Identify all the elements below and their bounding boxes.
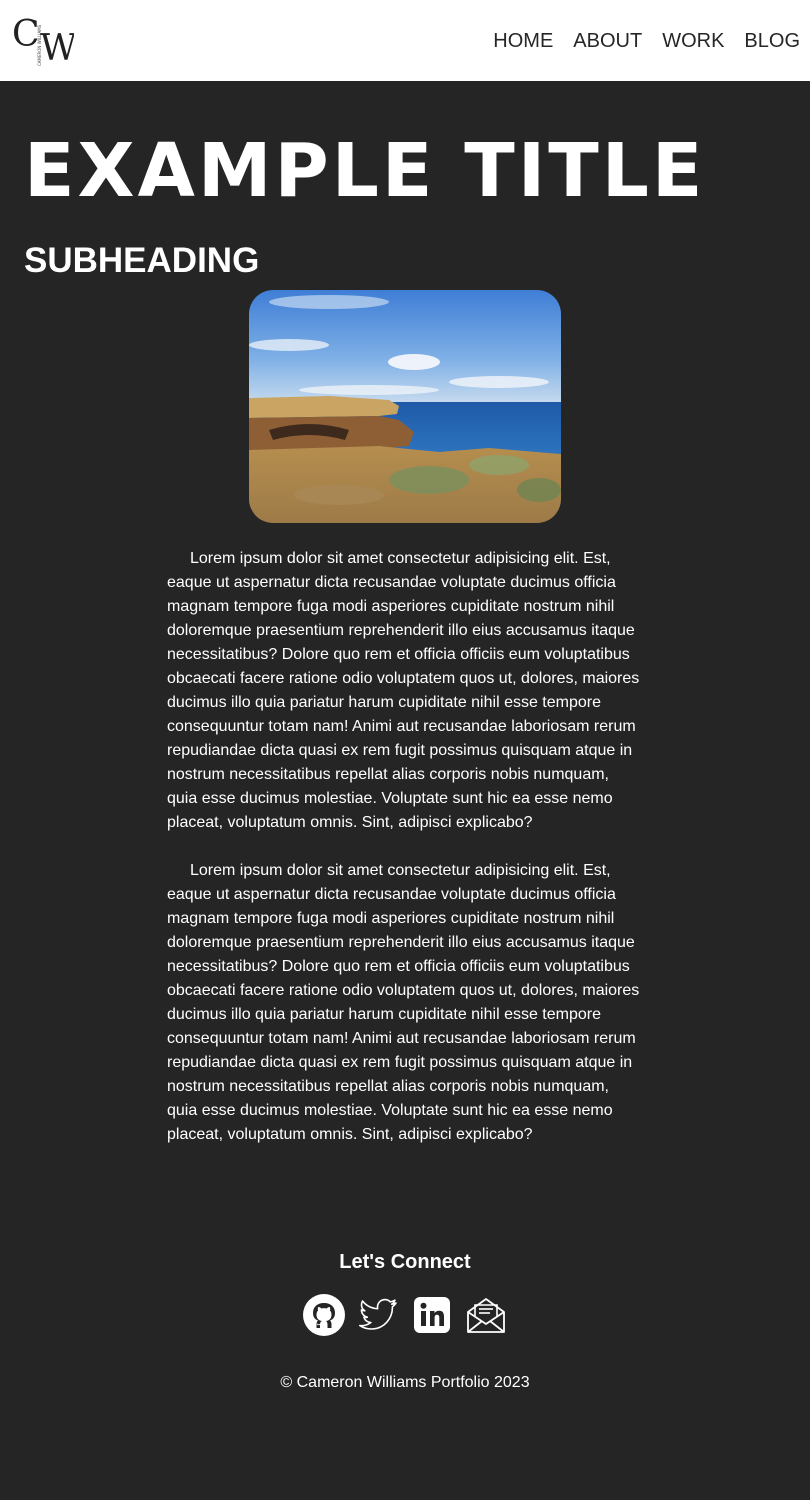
connect-heading: Let's Connect — [339, 1251, 471, 1273]
article-paragraph: Lorem ipsum dolor sit amet consectetur a… — [167, 550, 640, 831]
email-icon[interactable] — [465, 1294, 507, 1336]
main-nav: HOME ABOUT WORK BLOG — [493, 29, 800, 53]
site-footer: Let's Connect © Cameron Williams Portfol… — [0, 1248, 810, 1393]
nav-work[interactable]: WORK — [662, 29, 724, 53]
nav-home[interactable]: HOME — [493, 29, 553, 53]
linkedin-icon[interactable] — [411, 1294, 453, 1336]
twitter-icon[interactable] — [357, 1294, 399, 1336]
nav-blog[interactable]: BLOG — [744, 29, 800, 53]
github-icon[interactable] — [303, 1294, 345, 1336]
nav-about[interactable]: ABOUT — [573, 29, 642, 53]
social-links — [0, 1294, 810, 1336]
svg-text:C: C — [12, 14, 40, 55]
subheading: SUBHEADING — [24, 241, 260, 280]
cw-logo-graphic: C W CAMERON WILLIAMS — [12, 14, 77, 69]
svg-text:W: W — [40, 28, 74, 68]
article-body: Lorem ipsum dolor sit amet consectetur a… — [167, 547, 643, 1171]
site-header: C W CAMERON WILLIAMS HOME ABOUT WORK BLO… — [0, 0, 810, 81]
cw-logo-icon[interactable]: C W CAMERON WILLIAMS — [12, 12, 77, 69]
hero-image — [249, 290, 561, 523]
logo-vertical-text: CAMERON WILLIAMS — [37, 24, 42, 66]
page-title: EXAMPLE TITLE — [24, 128, 706, 214]
article-paragraph: Lorem ipsum dolor sit amet consectetur a… — [167, 862, 640, 1143]
copyright-text: © Cameron Williams Portfolio 2023 — [280, 1374, 530, 1391]
coastal-cliff-photo-icon — [249, 290, 561, 523]
